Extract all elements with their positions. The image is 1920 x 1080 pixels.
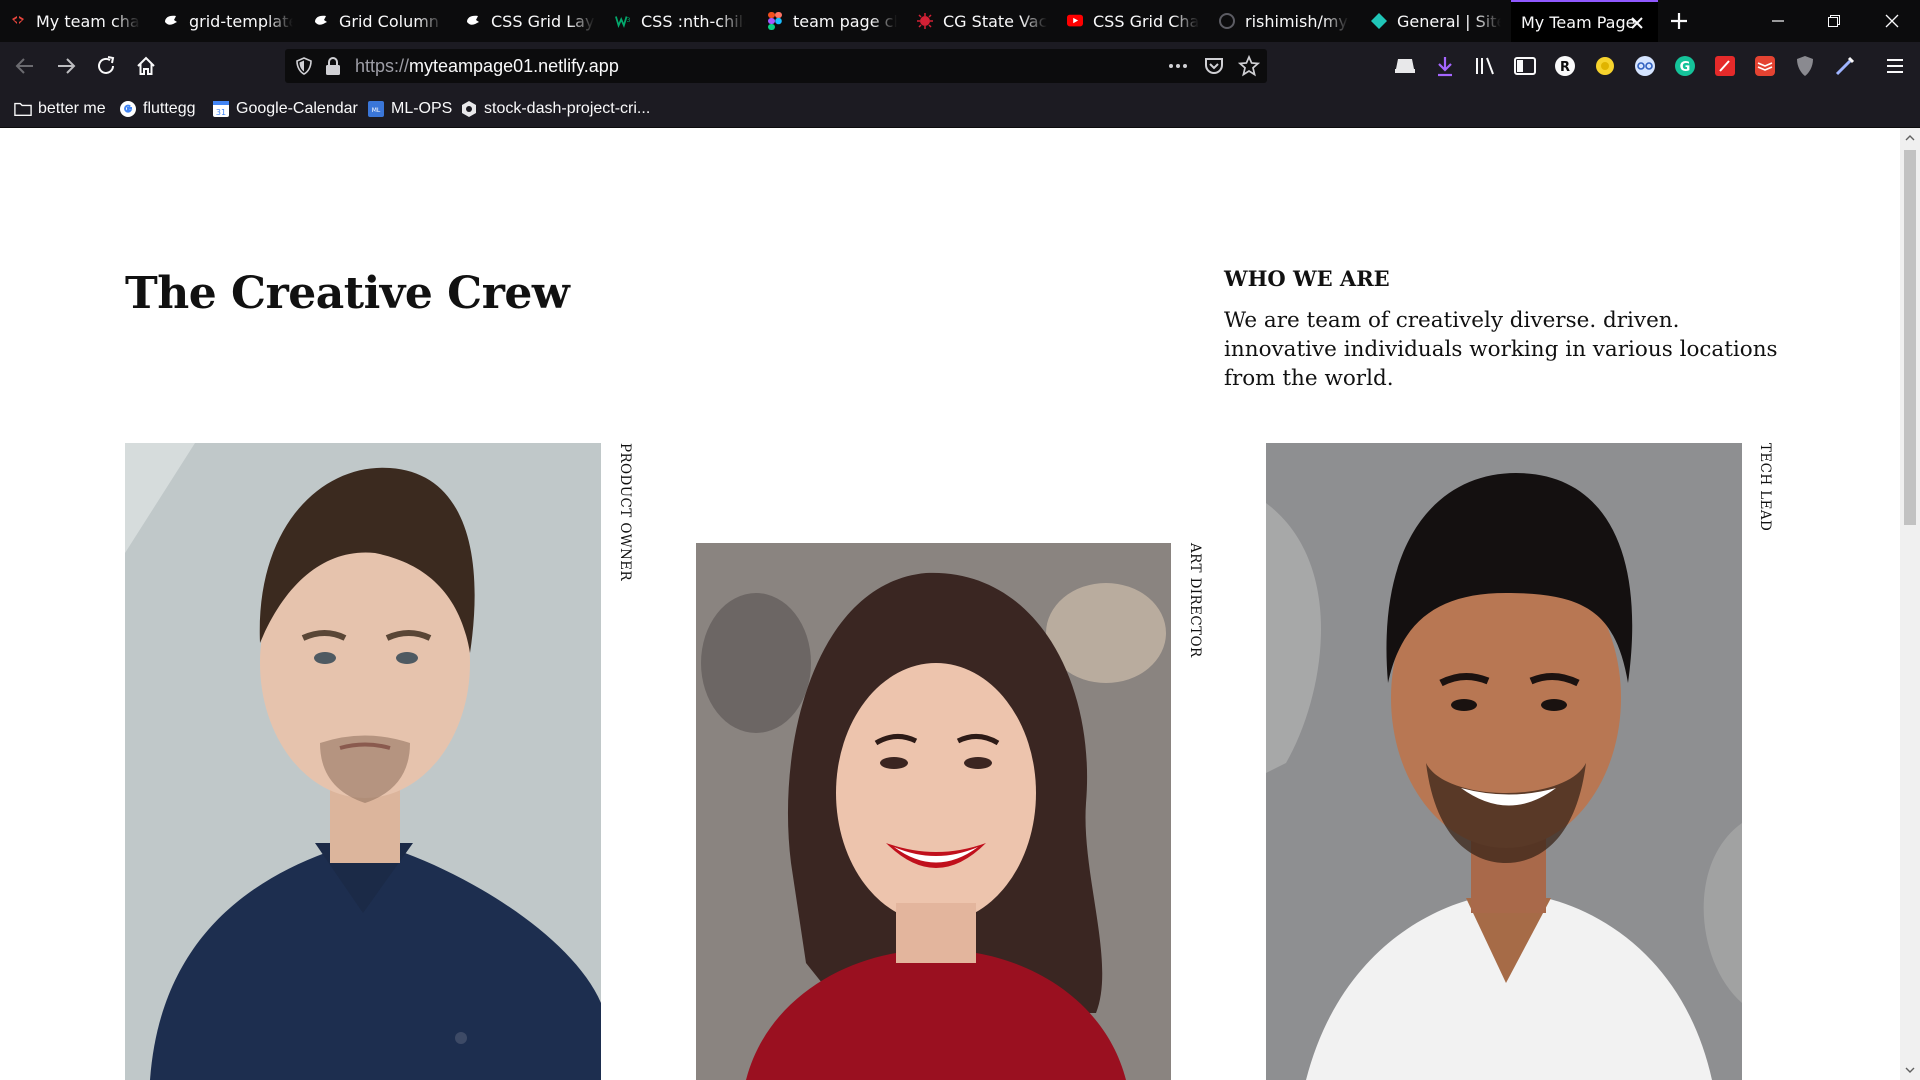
bookmark-ml-ops[interactable]: ML ML-OPS <box>367 99 452 119</box>
bookmark-better-me[interactable]: better me <box>14 99 106 119</box>
scroll-down-arrow-icon[interactable] <box>1900 1060 1920 1080</box>
svg-text:R: R <box>1560 60 1570 75</box>
about-text: We are team of creatively diverse. drive… <box>1224 308 1778 391</box>
team-member-photo-art-director <box>696 543 1171 1080</box>
arrow-left-icon <box>15 58 33 74</box>
tab-site-settings[interactable]: General | Site settings <box>1361 0 1511 42</box>
glasses-extension-icon[interactable] <box>1634 55 1656 77</box>
page-viewport: The Creative Crew WHO WE ARE We are team… <box>0 128 1900 1080</box>
tab-cg-state-vaccine[interactable]: CG State Vaccine <box>907 0 1057 42</box>
svg-text:ML: ML <box>372 107 381 114</box>
role-product-owner: PRODUCT OWNER <box>617 443 633 582</box>
figma-icon <box>767 12 783 30</box>
bookmark-google-calendar[interactable]: 31 Google-Calendar <box>212 99 358 119</box>
minimize-icon <box>1772 20 1784 22</box>
plus-icon <box>1671 13 1687 29</box>
svg-text:31: 31 <box>216 108 226 117</box>
reload-icon <box>98 56 115 74</box>
sidebar-icon[interactable] <box>1514 55 1536 77</box>
tab-strip: My team challenge grid-template-areas Gr… <box>0 0 1920 42</box>
virus-icon <box>917 13 933 29</box>
bookmarks-toolbar: better me fluttegg 31 Google-Calendar ML… <box>0 90 1920 128</box>
page-headline: The Creative Crew <box>125 268 570 319</box>
calendar-icon: 31 <box>212 100 230 118</box>
w3schools-icon: 3 <box>615 13 631 29</box>
todoist-icon[interactable] <box>1754 55 1776 77</box>
close-window-button[interactable] <box>1864 0 1920 42</box>
lock-icon[interactable] <box>325 57 341 79</box>
role-tech-lead: TECH LEAD <box>1757 443 1773 532</box>
github-icon <box>1219 13 1235 29</box>
css-tricks-icon <box>465 13 481 29</box>
home-button[interactable] <box>131 51 161 81</box>
pocket-icon[interactable] <box>1203 55 1225 81</box>
restore-button[interactable] <box>1806 0 1862 42</box>
github-icon <box>460 100 478 118</box>
tab-my-team-challenge[interactable]: My team challenge <box>0 0 150 42</box>
tab-team-page-challenge[interactable]: team page challenge <box>757 0 907 42</box>
page-scrollbar[interactable] <box>1900 128 1920 1080</box>
download-icon[interactable] <box>1434 55 1456 77</box>
scrollbar-thumb[interactable] <box>1904 150 1916 525</box>
shield-extension-icon[interactable] <box>1794 55 1816 77</box>
svg-text:3: 3 <box>627 17 631 24</box>
scroll-up-arrow-icon[interactable] <box>1900 128 1920 148</box>
role-art-director: ART DIRECTOR <box>1187 543 1203 658</box>
frontend-mentor-icon <box>10 13 26 29</box>
css-tricks-icon <box>313 13 329 29</box>
more-actions-icon[interactable] <box>1167 55 1189 81</box>
close-icon <box>1885 14 1899 28</box>
new-tab-button[interactable] <box>1665 7 1693 35</box>
home-icon <box>137 56 155 75</box>
arrow-right-icon <box>58 58 76 74</box>
folder-icon <box>14 100 32 118</box>
shield-icon[interactable] <box>295 57 313 79</box>
menu-icon[interactable] <box>1884 55 1906 77</box>
minimize-button[interactable] <box>1750 0 1806 42</box>
library-icon[interactable] <box>1474 55 1496 77</box>
netlify-icon <box>1371 13 1387 29</box>
address-bar[interactable]: https://myteampage01.netlify.app <box>285 49 1267 83</box>
tab-css-nth-child[interactable]: 3 CSS :nth-child() Selector <box>605 0 755 42</box>
tab-my-team-page[interactable]: My Team Page <box>1511 0 1658 42</box>
red-pen-extension-icon[interactable] <box>1714 55 1736 77</box>
team-member-photo-tech-lead <box>1266 443 1742 1080</box>
restore-icon <box>1828 15 1840 27</box>
back-button[interactable] <box>10 51 40 81</box>
color-picker-icon[interactable] <box>1834 55 1856 77</box>
grammarly-icon[interactable]: G <box>1674 55 1696 77</box>
forward-button[interactable] <box>51 51 81 81</box>
ml-icon: ML <box>367 100 385 118</box>
bookmark-star-icon[interactable] <box>1237 54 1261 81</box>
about-title: WHO WE ARE <box>1224 266 1390 291</box>
css-tricks-icon <box>163 13 179 29</box>
svg-text:G: G <box>1680 60 1691 75</box>
tab-css-grid-changes[interactable]: CSS Grid Changes <box>1057 0 1209 42</box>
url-text[interactable]: https://myteampage01.netlify.app <box>355 56 619 77</box>
yellow-extension-icon[interactable] <box>1594 55 1616 77</box>
bookmark-fluttegg[interactable]: fluttegg <box>119 99 195 119</box>
tab-github-repo[interactable]: rishimish/my-team <box>1209 0 1359 42</box>
close-tab-icon[interactable] <box>1628 14 1646 32</box>
google-icon <box>119 100 137 118</box>
reload-button[interactable] <box>91 51 121 81</box>
bookmark-stock-dash[interactable]: stock-dash-project-cri... <box>460 99 650 119</box>
r-extension-icon[interactable]: R <box>1554 55 1576 77</box>
tab-grid-column[interactable]: Grid Column - Tailwind <box>303 0 453 42</box>
youtube-icon <box>1067 13 1083 29</box>
team-member-photo-product-owner <box>125 443 601 1080</box>
tab-grid-template-areas[interactable]: grid-template-areas <box>153 0 303 42</box>
tab-css-grid-layout[interactable]: CSS Grid Layout <box>455 0 605 42</box>
container-icon[interactable] <box>1394 55 1416 77</box>
